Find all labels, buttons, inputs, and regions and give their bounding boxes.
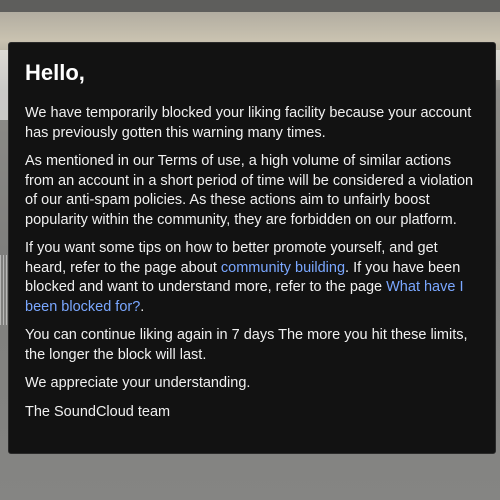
backdrop-left-content bbox=[0, 50, 8, 120]
dialog-paragraph-terms: As mentioned in our Terms of use, a high… bbox=[25, 153, 474, 228]
tips-text-end: . bbox=[140, 298, 145, 315]
backdrop-waveform bbox=[0, 255, 8, 325]
block-notice-dialog: Hello, We have temporarily blocked your … bbox=[8, 42, 496, 454]
dialog-paragraph-tips: If you want some tips on how to better p… bbox=[25, 239, 479, 317]
community-building-link[interactable]: community building bbox=[221, 260, 345, 276]
dialog-signature: The SoundCloud team bbox=[25, 403, 171, 420]
dialog-paragraph-duration: You can continue liking again in 7 days … bbox=[25, 327, 468, 363]
dialog-title: Hello, bbox=[25, 60, 85, 85]
backdrop-top-strip bbox=[0, 0, 500, 12]
dialog-paragraph-blocked: We have temporarily blocked your liking … bbox=[25, 105, 472, 141]
dialog-paragraph-appreciation: We appreciate your understanding. bbox=[25, 375, 251, 391]
